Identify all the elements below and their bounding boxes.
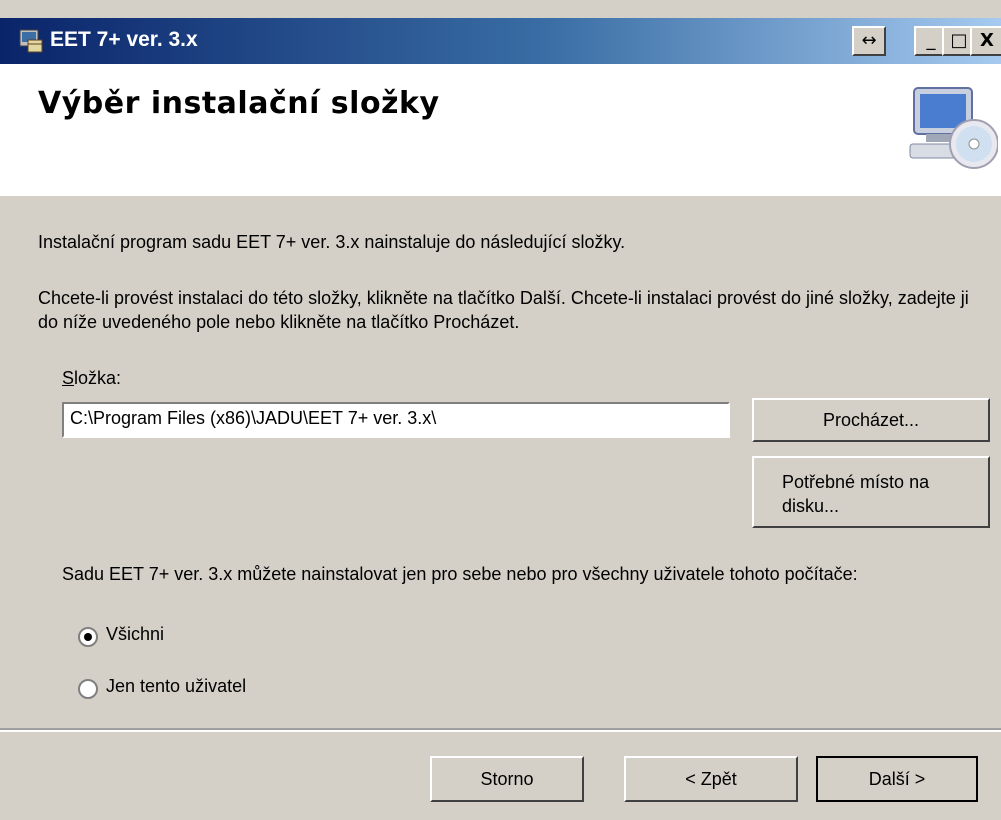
- users-prompt-text: Sadu EET 7+ ver. 3.x můžete nainstalovat…: [62, 564, 858, 584]
- disk-space-button[interactable]: Potřebné místo na disku...: [752, 456, 990, 528]
- close-button[interactable]: X: [970, 26, 1001, 56]
- wizard-header: Výběr instalační složky: [0, 64, 1001, 196]
- computer-cd-icon: [909, 87, 998, 169]
- footer-divider-highlight: [0, 730, 1001, 732]
- window-title: EET 7+ ver. 3.x: [50, 28, 198, 51]
- next-button[interactable]: Další >: [816, 756, 978, 802]
- back-button[interactable]: < Zpět: [624, 756, 798, 802]
- instructions-text: Chcete-li provést instalaci do této slož…: [38, 288, 969, 332]
- radio-selected-dot: [84, 633, 92, 641]
- header-divider: [0, 194, 1001, 196]
- resize-button[interactable]: ↔: [852, 26, 886, 56]
- page-title: Výběr instalační složky: [38, 86, 440, 121]
- radio-everyone-label[interactable]: Všichni: [106, 624, 164, 645]
- installer-window: EET 7+ ver. 3.x ↔ _ □ X Výběr instalační…: [0, 0, 1001, 820]
- radio-everyone[interactable]: [78, 627, 98, 647]
- folder-label-accelerator: S: [62, 368, 75, 388]
- folder-label-text: ložka:: [74, 368, 122, 388]
- folder-path-input[interactable]: C:\Program Files (x86)\JADU\EET 7+ ver. …: [62, 402, 730, 438]
- intro-text: Instalační program sadu EET 7+ ver. 3.x …: [38, 232, 626, 252]
- radio-just-me-label[interactable]: Jen tento uživatel: [106, 676, 246, 697]
- cancel-button[interactable]: Storno: [430, 756, 584, 802]
- radio-just-me[interactable]: [78, 679, 98, 699]
- folder-label: Složka:: [62, 368, 121, 389]
- title-bar[interactable]: EET 7+ ver. 3.x ↔ _ □ X: [0, 18, 1001, 64]
- browse-button[interactable]: Procházet...: [752, 398, 990, 442]
- installer-icon: [19, 29, 43, 53]
